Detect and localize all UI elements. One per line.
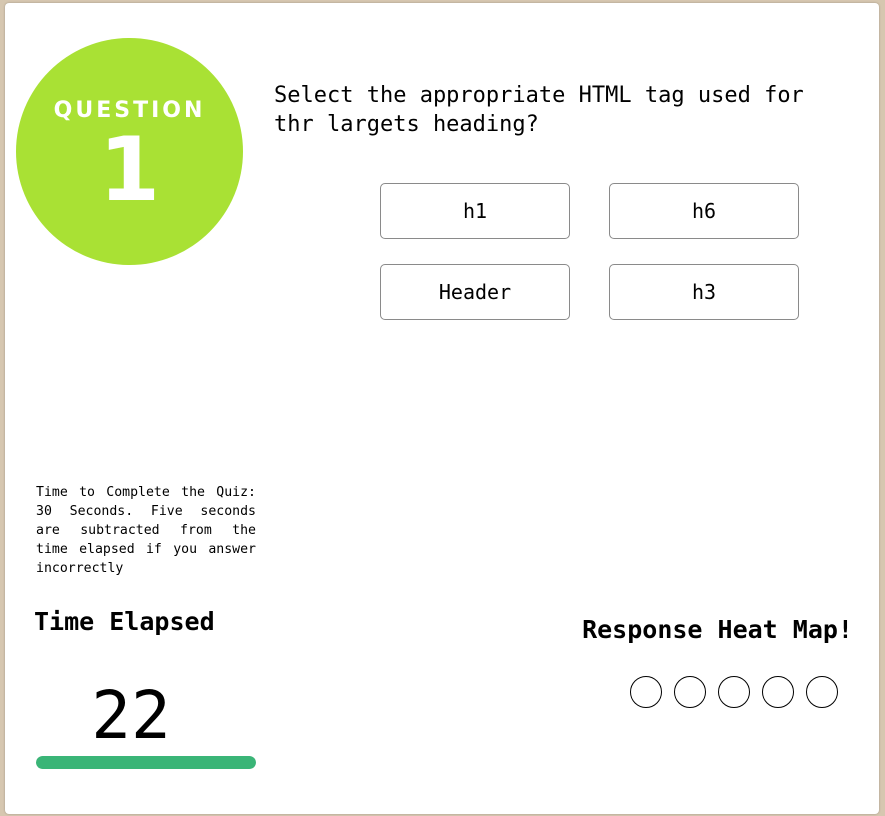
answer-button-h1[interactable]: h1 [380,183,570,239]
heat-map-dot [762,676,794,708]
answer-button-header[interactable]: Header [380,264,570,320]
heat-map-dots [630,676,838,708]
quiz-card: QUESTION 1 Select the appropriate HTML t… [5,3,879,814]
time-progress-bar [36,756,256,769]
time-progress-fill [36,756,256,769]
answer-button-h6[interactable]: h6 [609,183,799,239]
question-badge: QUESTION 1 [16,38,243,265]
time-elapsed-title: Time Elapsed [34,607,215,636]
question-text: Select the appropriate HTML tag used for… [274,83,804,137]
answer-grid: h1 h6 Header h3 [380,183,800,320]
quiz-instructions: Time to Complete the Quiz: 30 Seconds. F… [36,485,256,576]
heat-map-dot [718,676,750,708]
time-elapsed-value: 22 [91,677,171,754]
answer-button-h3[interactable]: h3 [609,264,799,320]
heat-map-title: Response Heat Map! [582,615,853,644]
heat-map-dot [806,676,838,708]
question-number: 1 [98,118,161,221]
heat-map-dot [630,676,662,708]
heat-map-dot [674,676,706,708]
